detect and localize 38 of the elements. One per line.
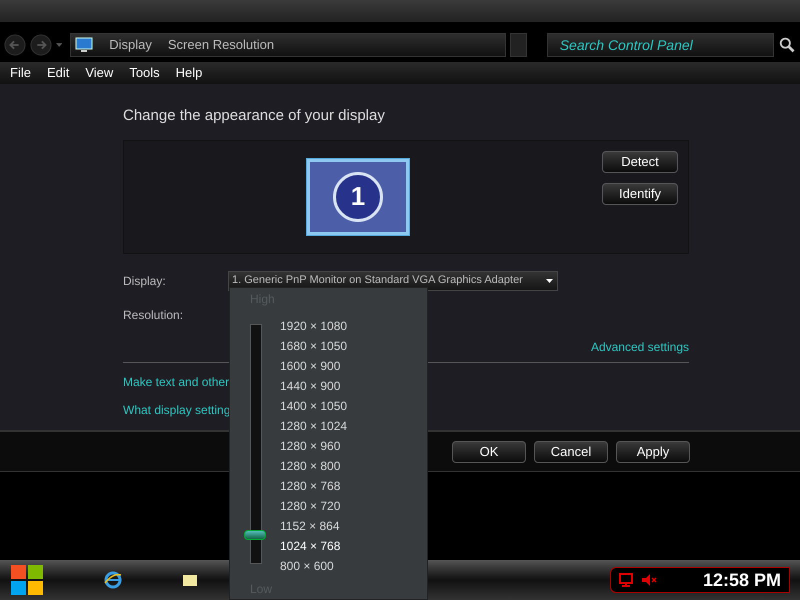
menu-item[interactable]: Help: [176, 63, 202, 83]
resolution-option[interactable]: 1440 × 900: [280, 376, 348, 396]
monitor-drawing[interactable]: 1: [307, 158, 409, 234]
resolution-option[interactable]: 1280 × 960: [280, 436, 348, 456]
resolution-option[interactable]: 1400 × 1050: [280, 396, 348, 416]
breadcrumb[interactable]: Screen Resolution: [168, 35, 274, 55]
address-bar[interactable]: Display Screen Resolution: [70, 33, 506, 57]
search-placeholder: Search Control Panel: [560, 36, 693, 54]
resolution-option[interactable]: 1920 × 1080: [280, 316, 348, 336]
resolution-option[interactable]: 1280 × 1024: [280, 416, 348, 436]
menu-item[interactable]: File: [10, 63, 31, 83]
help-link[interactable]: Make text and other: [123, 372, 230, 390]
resolution-option[interactable]: 1152 × 864: [280, 516, 348, 536]
page-heading: Change the appearance of your display: [123, 106, 386, 126]
resolution-option[interactable]: 800 × 600: [280, 556, 348, 576]
resolution-option[interactable]: 1280 × 720: [280, 496, 348, 516]
display-dropdown[interactable]: 1. Generic PnP Monitor on Standard VGA Graphics Adapter: [228, 270, 558, 290]
resolution-option[interactable]: 1024 × 768: [280, 536, 348, 556]
monitor-number: 1: [333, 172, 383, 222]
menu-item[interactable]: Edit: [46, 63, 70, 83]
dialog-button[interactable]: Cancel: [534, 440, 608, 462]
display-label: Display:: [123, 272, 167, 290]
resolution-label: Resolution:: [123, 308, 184, 322]
dialog-button[interactable]: Apply: [616, 440, 690, 462]
resolution-option[interactable]: 1280 × 800: [280, 456, 348, 476]
clock[interactable]: 12:58 PM: [702, 566, 781, 594]
breadcrumb[interactable]: Display: [109, 35, 152, 55]
resolution-option[interactable]: 1680 × 1050: [280, 336, 348, 356]
dialog-button[interactable]: Detect: [602, 150, 678, 172]
resolution-option[interactable]: 1280 × 768: [280, 476, 348, 496]
menu-item[interactable]: View: [85, 63, 114, 83]
menu-item[interactable]: Tools: [129, 63, 160, 83]
search-field[interactable]: Search Control Panel: [546, 33, 774, 57]
resolution-option[interactable]: 1600 × 900: [280, 356, 348, 376]
dialog-button[interactable]: OK: [452, 440, 526, 462]
dialog-button[interactable]: Identify: [602, 182, 678, 204]
help-link[interactable]: What display setting: [123, 400, 230, 418]
advanced-settings-link[interactable]: Advanced settings: [590, 338, 689, 356]
